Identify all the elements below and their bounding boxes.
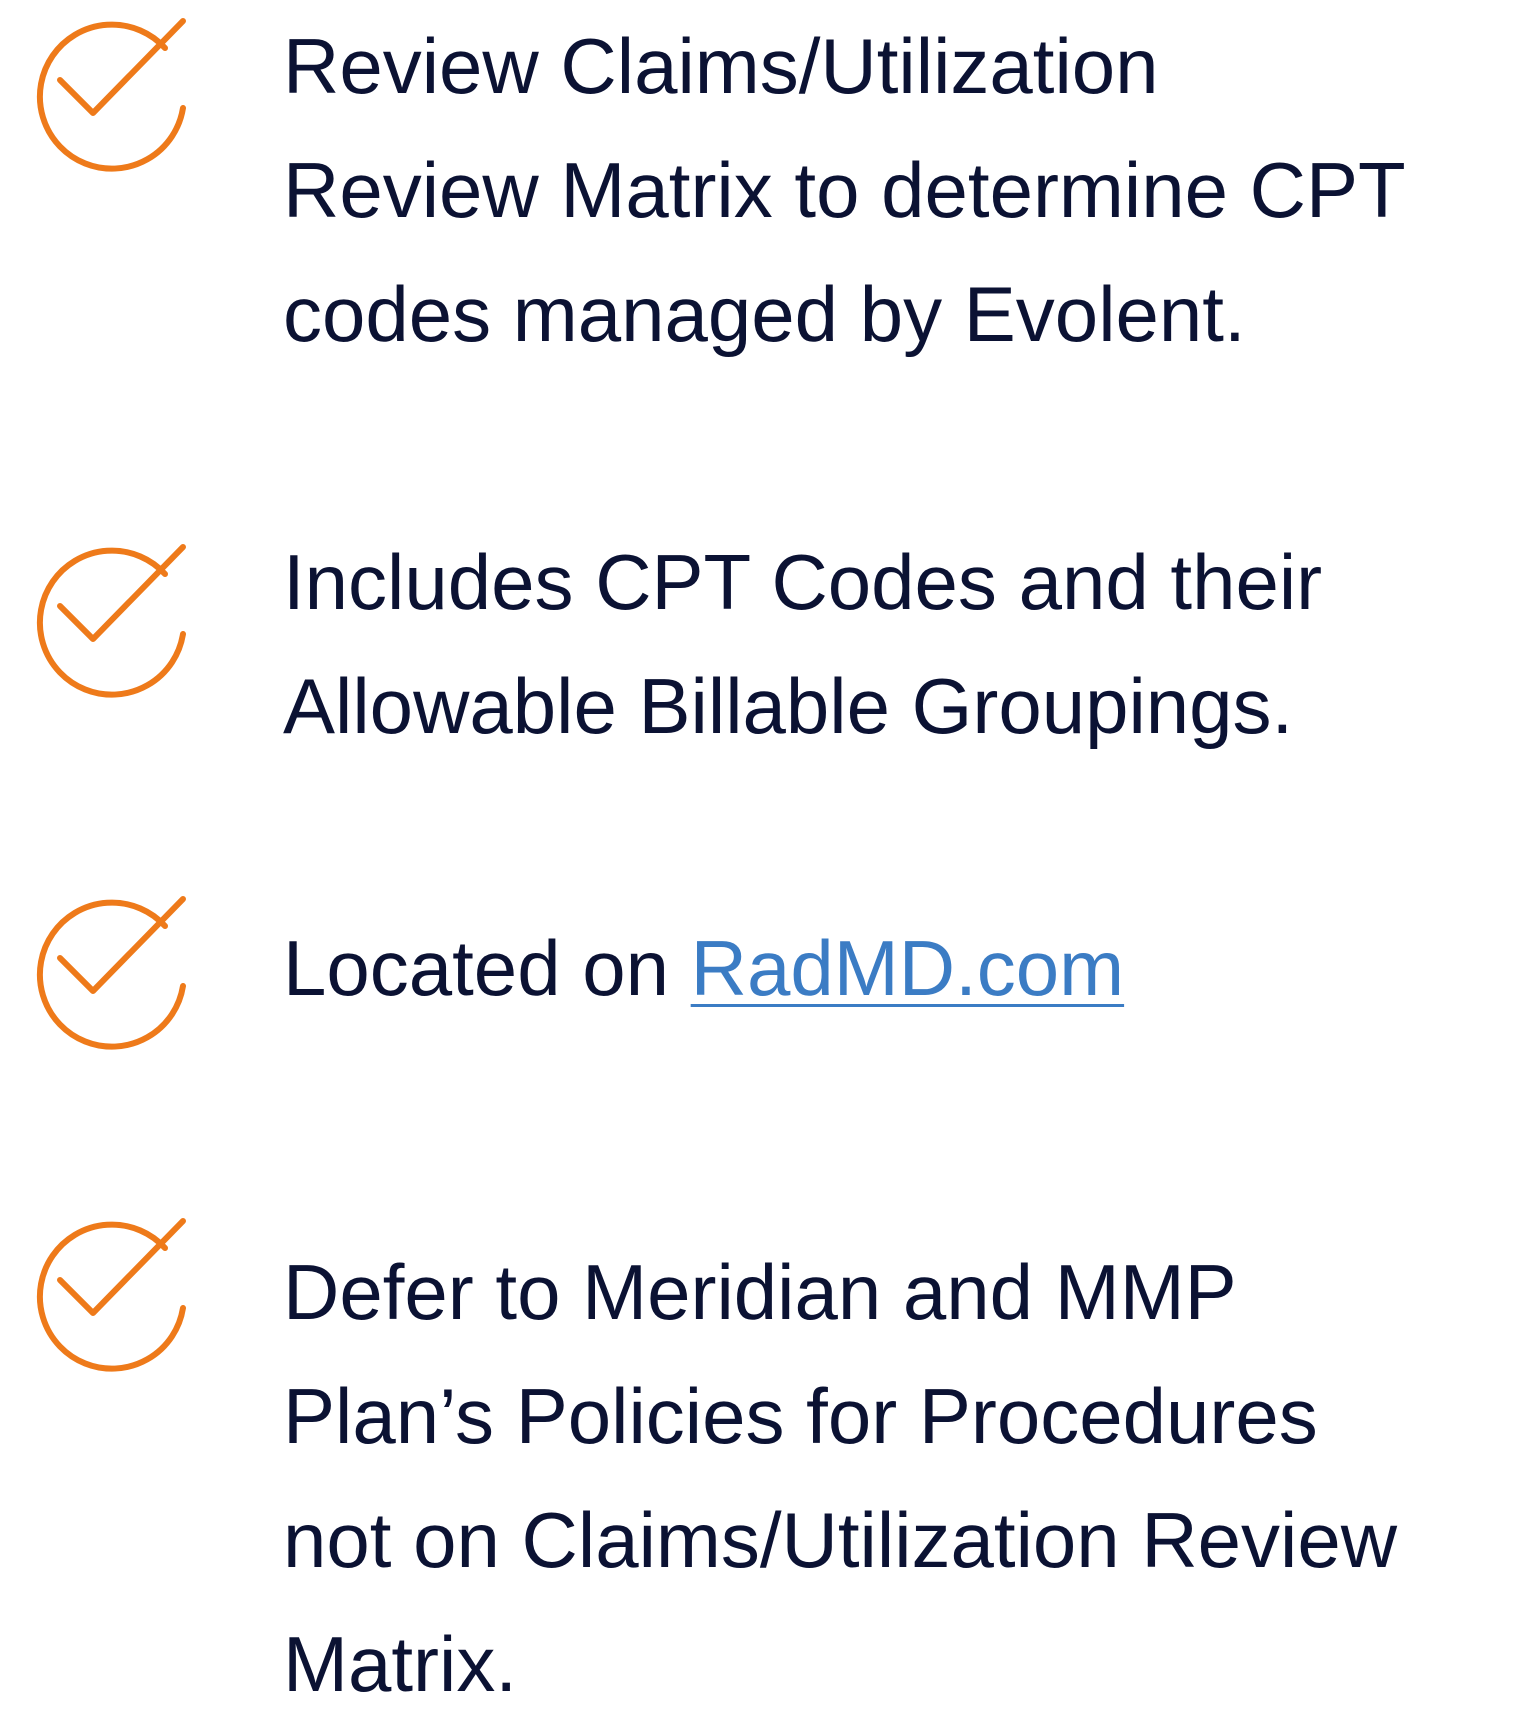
checklist-item-text: Defer to Meridian and MMP Plan’s Policie… bbox=[283, 1230, 1508, 1726]
check-circle-icon bbox=[18, 8, 198, 188]
check-circle-icon bbox=[18, 534, 198, 714]
text-line: Review Matrix to determine CPT bbox=[283, 146, 1406, 234]
checklist-item-text: Review Claims/Utilization Review Matrix … bbox=[283, 4, 1508, 376]
text-line: Matrix. bbox=[283, 1620, 517, 1708]
text-line: not on Claims/Utilization Review bbox=[283, 1496, 1398, 1584]
text-line: Review Claims/Utilization bbox=[283, 22, 1159, 110]
text-line: Defer to Meridian and MMP bbox=[283, 1248, 1237, 1336]
checklist-item-text: Located on RadMD.com bbox=[283, 906, 1508, 1030]
checklist-item-text: Includes CPT Codes and their Allowable B… bbox=[283, 520, 1508, 768]
text-line: Plan’s Policies for Procedures bbox=[283, 1372, 1318, 1460]
radmd-link[interactable]: RadMD.com bbox=[691, 924, 1124, 1012]
text-line: Allowable Billable Groupings. bbox=[283, 662, 1294, 750]
check-circle-icon bbox=[18, 1208, 198, 1388]
text-line: Includes CPT Codes and their bbox=[283, 538, 1323, 626]
text-line: Located on RadMD.com bbox=[283, 906, 1508, 1030]
text-line: codes managed by Evolent. bbox=[283, 270, 1246, 358]
located-on-label: Located on bbox=[283, 924, 691, 1012]
check-circle-icon bbox=[18, 886, 198, 1066]
